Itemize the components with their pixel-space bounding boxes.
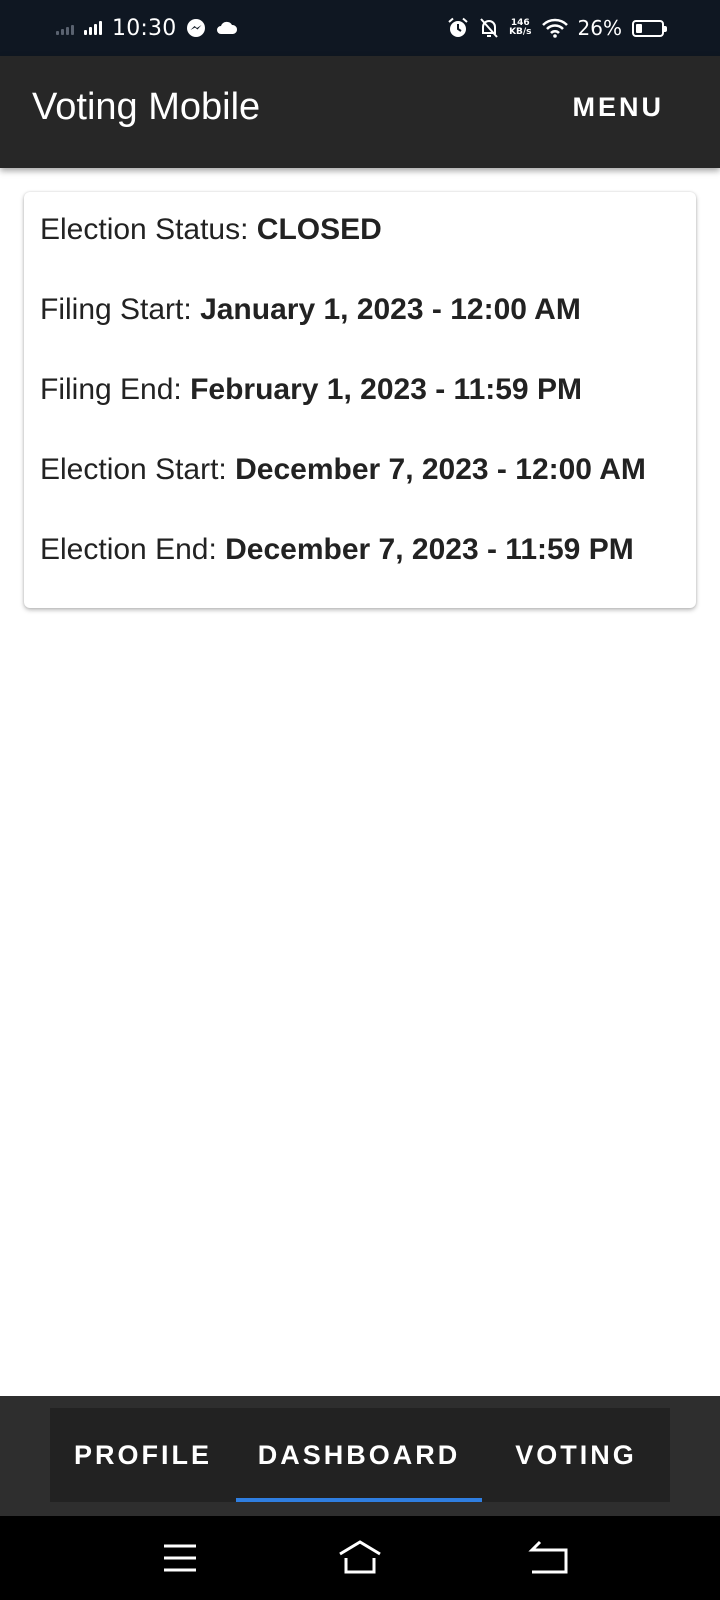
election-end-row: Election End: December 7, 2023 - 11:59 P… bbox=[40, 532, 680, 612]
status-right: 146 KB/s 26% bbox=[447, 14, 667, 42]
home-icon[interactable] bbox=[336, 1536, 384, 1580]
battery-fill bbox=[636, 23, 642, 33]
filing-end-value: February 1, 2023 - 11:59 PM bbox=[190, 373, 582, 406]
signal-icon bbox=[56, 21, 74, 35]
network-speed: 146 KB/s bbox=[509, 19, 531, 37]
tab-voting[interactable]: VOTING bbox=[482, 1408, 670, 1502]
status-left: 10:30 bbox=[56, 14, 238, 42]
election-start-row: Election Start: December 7, 2023 - 12:00… bbox=[40, 452, 680, 532]
back-icon[interactable] bbox=[524, 1536, 572, 1580]
network-speed-unit: KB/s bbox=[509, 27, 532, 37]
filing-end-label: Filing End: bbox=[40, 373, 191, 406]
filing-start-row: Filing Start: January 1, 2023 - 12:00 AM bbox=[40, 292, 680, 372]
tab-profile-label: PROFILE bbox=[73, 1439, 212, 1470]
tab-dashboard[interactable]: DASHBOARD bbox=[236, 1408, 482, 1502]
bottom-tabs: PROFILE DASHBOARD VOTING bbox=[50, 1408, 670, 1502]
election-start-value: December 7, 2023 - 12:00 AM bbox=[235, 453, 646, 486]
app-bar: Voting Mobile MENU bbox=[0, 56, 720, 168]
active-tab-indicator bbox=[236, 1498, 482, 1502]
tab-dashboard-label: DASHBOARD bbox=[257, 1439, 461, 1470]
menu-icon[interactable] bbox=[156, 1536, 204, 1580]
election-status-label: Election Status: bbox=[40, 213, 257, 246]
status-bar: 10:30 146 KB/s 26% bbox=[0, 0, 720, 56]
election-end-value: December 7, 2023 - 11:59 PM bbox=[225, 533, 634, 566]
status-time: 10:30 bbox=[112, 15, 177, 41]
election-info-card: Election Status: CLOSED Filing Start: Ja… bbox=[24, 192, 696, 608]
filing-start-value: January 1, 2023 - 12:00 AM bbox=[200, 293, 581, 326]
tab-voting-label: VOTING bbox=[515, 1439, 637, 1470]
election-status-row: Election Status: CLOSED bbox=[40, 212, 680, 292]
system-nav-bar bbox=[0, 1516, 720, 1600]
tab-profile[interactable]: PROFILE bbox=[50, 1408, 236, 1502]
app-title: Voting Mobile bbox=[32, 86, 261, 128]
bottom-nav: PROFILE DASHBOARD VOTING bbox=[0, 1396, 720, 1516]
bell-off-icon bbox=[480, 18, 498, 38]
alarm-icon bbox=[448, 17, 468, 37]
battery-percent: 26% bbox=[577, 16, 622, 40]
menu-button[interactable]: MENU bbox=[573, 92, 665, 123]
signal-icon bbox=[84, 21, 102, 35]
cloud-icon bbox=[217, 21, 238, 34]
wifi-icon bbox=[541, 18, 568, 38]
election-start-label: Election Start: bbox=[40, 453, 236, 486]
election-status-value: CLOSED bbox=[256, 213, 382, 246]
battery-icon bbox=[632, 19, 667, 37]
filing-end-row: Filing End: February 1, 2023 - 11:59 PM bbox=[40, 372, 680, 452]
filing-start-label: Filing Start: bbox=[40, 293, 201, 326]
messenger-icon bbox=[187, 19, 206, 37]
election-end-label: Election End: bbox=[40, 533, 226, 566]
